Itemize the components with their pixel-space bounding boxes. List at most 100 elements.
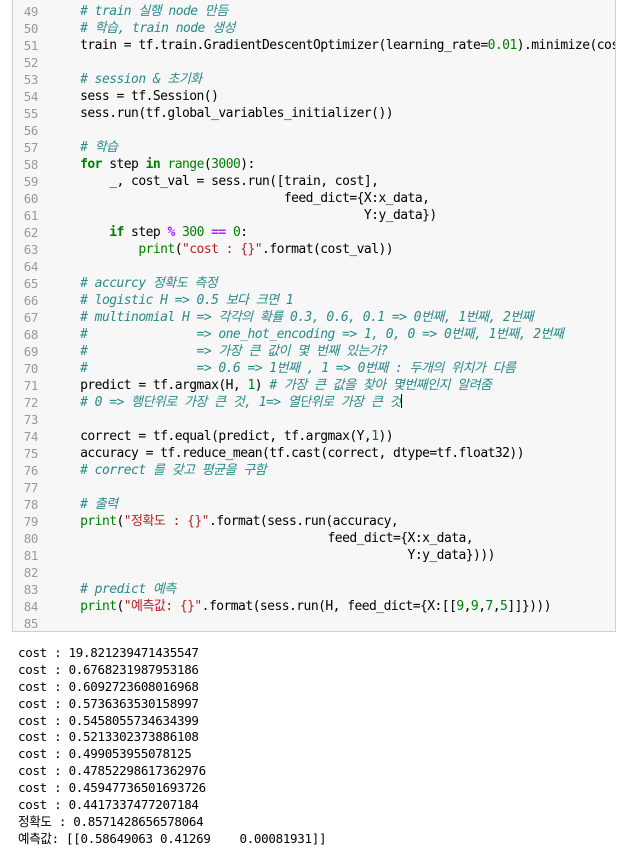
code-token: ): [240,157,255,172]
code-text: # accurcy 정확도 측정 [51,275,218,292]
code-token: 7 [485,599,493,614]
text-cursor [400,394,402,408]
line-number: 69 [23,344,39,359]
code-line[interactable]: 84 print("예측값: {}".format(sess.run(H, fe… [13,598,615,615]
line-number: 49 [23,4,39,19]
cell-output: cost : 19.821239471435547 cost : 0.676823… [18,645,618,848]
code-line[interactable]: 61 Y:y_data}) [13,207,615,224]
code-text: accuracy = tf.reduce_mean(tf.cast(correc… [51,445,524,462]
code-token: for [80,157,102,172]
code-cell-editor[interactable]: 49 # train 실행 node 만듬 50 # 학습, train node… [12,0,616,632]
code-line[interactable]: 74 correct = tf.equal(predict, tf.argmax… [13,428,615,445]
line-number: 55 [23,106,39,121]
code-line[interactable]: 64 [13,258,615,275]
output-line: cost : 0.5736363530158997 [18,695,199,711]
code-line[interactable]: 77 [13,479,615,496]
code-line[interactable]: 69 # => 가장 큰 값이 몇 번째 있는가? [13,343,615,360]
code-line[interactable]: 54 sess = tf.Session() [13,88,615,105]
output-line: cost : 0.5458055734634399 [18,712,199,728]
code-lines: 49 # train 실행 node 만듬 50 # 학습, train node… [13,3,615,631]
code-text: # logistic H => 0.5 보다 크면 1 [51,292,294,309]
code-token: correct = tf.equal(predict, tf.argmax(Y, [51,429,372,444]
line-number: 63 [23,242,39,257]
code-line[interactable]: 70 # => 0.6 => 1번째 , 1 => 0번째 : 두개의 위치가 … [13,360,615,377]
code-line[interactable]: 78 # 출력 [13,496,615,513]
code-line[interactable]: 62 if step % 300 == 0: [13,224,615,241]
output-line: cost : 0.4417337477207184 [18,797,199,813]
code-token: _, cost_val = sess.run([train, cost], [51,174,379,189]
line-number: 59 [23,174,39,189]
output-line: 예측값: [[0.58649063 0.41269 0.00081931]] [18,830,327,846]
code-line[interactable]: 59 _, cost_val = sess.run([train, cost], [13,173,615,190]
code-line[interactable]: 51 train = tf.train.GradientDescentOptim… [13,37,615,54]
code-text: Y:y_data}))) [51,547,496,564]
code-token: == [211,225,226,240]
line-number: 50 [23,21,39,36]
code-line[interactable]: 73 [13,411,615,428]
code-line[interactable]: 66 # logistic H => 0.5 보다 크면 1 [13,292,615,309]
code-token: .format(sess.run(accuracy, [208,514,399,529]
code-token: ]]}))) [507,599,551,614]
code-line[interactable]: 50 # 학습, train node 생성 [13,20,615,37]
line-number: 61 [23,208,39,223]
output-line: cost : 0.45947736501693726 [18,780,206,796]
code-token: # => one_hot_encoding => 1, 0, 0 => 0번째,… [80,327,564,342]
code-token: : [240,225,248,240]
code-token: feed_dict={X:x_data, [51,531,474,546]
code-line[interactable]: 63 print("cost : {}".format(cost_val)) [13,241,615,258]
code-line[interactable]: 76 # correct 를 갖고 평균을 구함 [13,462,615,479]
code-text: print("정확도 : {}".format(sess.run(accurac… [51,513,399,530]
code-line[interactable]: 52 [13,54,615,71]
code-token: predict = tf.argmax(H, [51,378,248,393]
line-number: 85 [23,616,39,631]
code-token: feed_dict={X:x_data, [51,191,430,206]
code-line[interactable]: 75 accuracy = tf.reduce_mean(tf.cast(cor… [13,445,615,462]
code-line[interactable]: 60 feed_dict={X:x_data, [13,190,615,207]
code-line[interactable]: 83 # predict 예측 [13,581,615,598]
code-line[interactable]: 56 [13,122,615,139]
code-line[interactable]: 67 # multinomial H => 각각의 확률 0.3, 0.6, 0… [13,309,615,326]
code-line[interactable]: 65 # accurcy 정확도 측정 [13,275,615,292]
code-line[interactable]: 72 # 0 => 행단위로 가장 큰 것, 1=> 열단위로 가장 큰 것 [13,394,615,411]
code-line[interactable]: 53 # session & 초기화 [13,71,615,88]
code-text: # train 실행 node 만듬 [51,3,228,20]
code-line[interactable]: 80 feed_dict={X:x_data, [13,530,615,547]
code-line[interactable]: 79 print("정확도 : {}".format(sess.run(accu… [13,513,615,530]
line-number: 80 [23,531,39,546]
code-text: # correct 를 갖고 평균을 구함 [51,462,266,479]
code-line[interactable]: 68 # => one_hot_encoding => 1, 0, 0 => 0… [13,326,615,343]
code-text: train = tf.train.GradientDescentOptimize… [51,37,615,54]
code-line[interactable]: 81 Y:y_data}))) [13,547,615,564]
code-line[interactable]: 57 # 학습 [13,139,615,156]
line-number: 64 [23,259,39,274]
output-line: cost : 0.6768231987953186 [18,661,199,677]
code-text: correct = tf.equal(predict, tf.argmax(Y,… [51,428,393,445]
code-token: # 가장 큰 값을 찾아 몇번째인지 알려줌 [269,378,492,393]
code-token: ) [254,378,270,393]
code-text: if step % 300 == 0: [51,224,248,241]
line-number: 79 [23,514,39,529]
code-line[interactable]: 71 predict = tf.argmax(H, 1) # 가장 큰 값을 찾… [13,377,615,394]
code-line[interactable]: 55 sess.run(tf.global_variables_initiali… [13,105,615,122]
line-number: 52 [23,55,39,70]
code-text: for step in range(3000): [51,156,255,173]
code-token: # train 실행 node 만듬 [80,4,228,19]
code-text: # predict 예측 [51,581,176,598]
line-number: 57 [23,140,39,155]
code-line[interactable]: 58 for step in range(3000): [13,156,615,173]
code-line[interactable]: 85 [13,615,615,631]
code-line[interactable]: 82 [13,564,615,581]
output-line: cost : 19.821239471435547 [18,645,199,660]
code-line[interactable]: 49 # train 실행 node 만듬 [13,3,615,20]
